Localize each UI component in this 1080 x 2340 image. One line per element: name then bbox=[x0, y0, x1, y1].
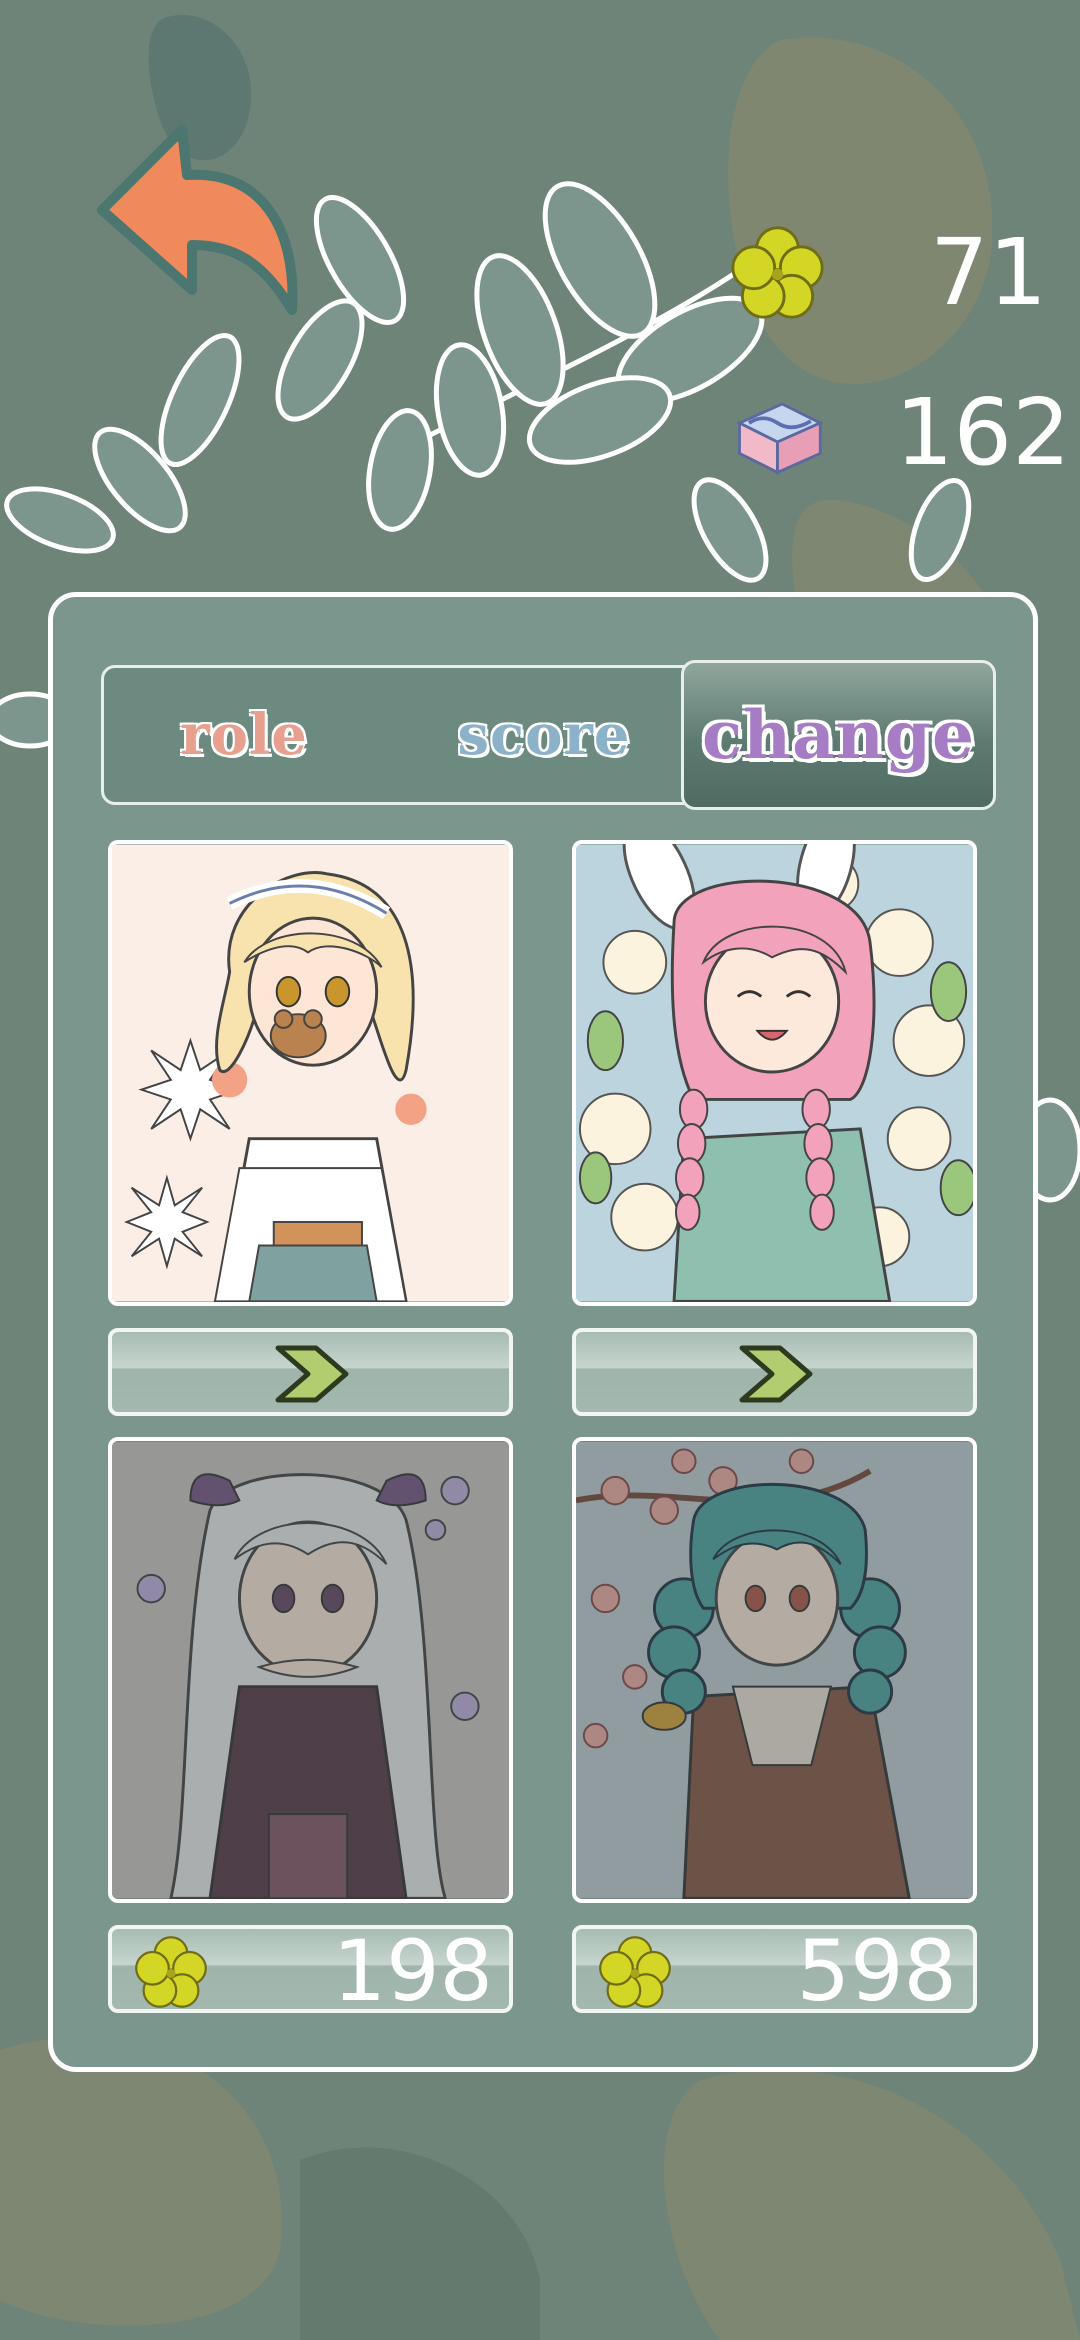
chevron-right-icon bbox=[275, 1345, 349, 1403]
character-panel: role score change 198 598 bbox=[48, 592, 1038, 2072]
character-portrait-silver-hair bbox=[112, 1441, 509, 1899]
chevron-right-icon bbox=[739, 1345, 813, 1403]
gem-count: 162 bbox=[895, 378, 1071, 486]
back-arrow-icon bbox=[97, 125, 298, 315]
select-button-1[interactable] bbox=[108, 1328, 513, 1416]
tab-role[interactable]: role bbox=[144, 668, 344, 802]
tab-bar: role score change bbox=[101, 660, 996, 810]
select-button-2[interactable] bbox=[572, 1328, 977, 1416]
unlock-button-3[interactable]: 198 bbox=[108, 1925, 513, 2013]
character-card-4[interactable] bbox=[572, 1437, 977, 1903]
character-portrait-pink-bunny bbox=[576, 844, 973, 1302]
clover-count: 71 bbox=[930, 218, 1048, 326]
clover-icon bbox=[599, 1936, 671, 2008]
clover-currency: 71 bbox=[730, 225, 1047, 320]
character-card-3[interactable] bbox=[108, 1437, 513, 1903]
gem-currency: 162 bbox=[730, 385, 1071, 480]
price-label: 198 bbox=[332, 1922, 493, 2020]
character-card-2[interactable] bbox=[572, 840, 977, 1306]
character-card-1[interactable] bbox=[108, 840, 513, 1306]
clover-icon bbox=[731, 226, 824, 319]
back-button[interactable] bbox=[92, 120, 302, 320]
unlock-button-4[interactable]: 598 bbox=[572, 1925, 977, 2013]
gem-cube-icon bbox=[736, 402, 824, 475]
character-portrait-blonde bbox=[112, 844, 509, 1302]
tab-score[interactable]: score bbox=[444, 668, 644, 802]
clover-icon bbox=[135, 1936, 207, 2008]
price-label: 598 bbox=[796, 1922, 957, 2020]
character-portrait-teal-twintail bbox=[576, 1441, 973, 1899]
tab-change[interactable]: change bbox=[681, 660, 996, 810]
